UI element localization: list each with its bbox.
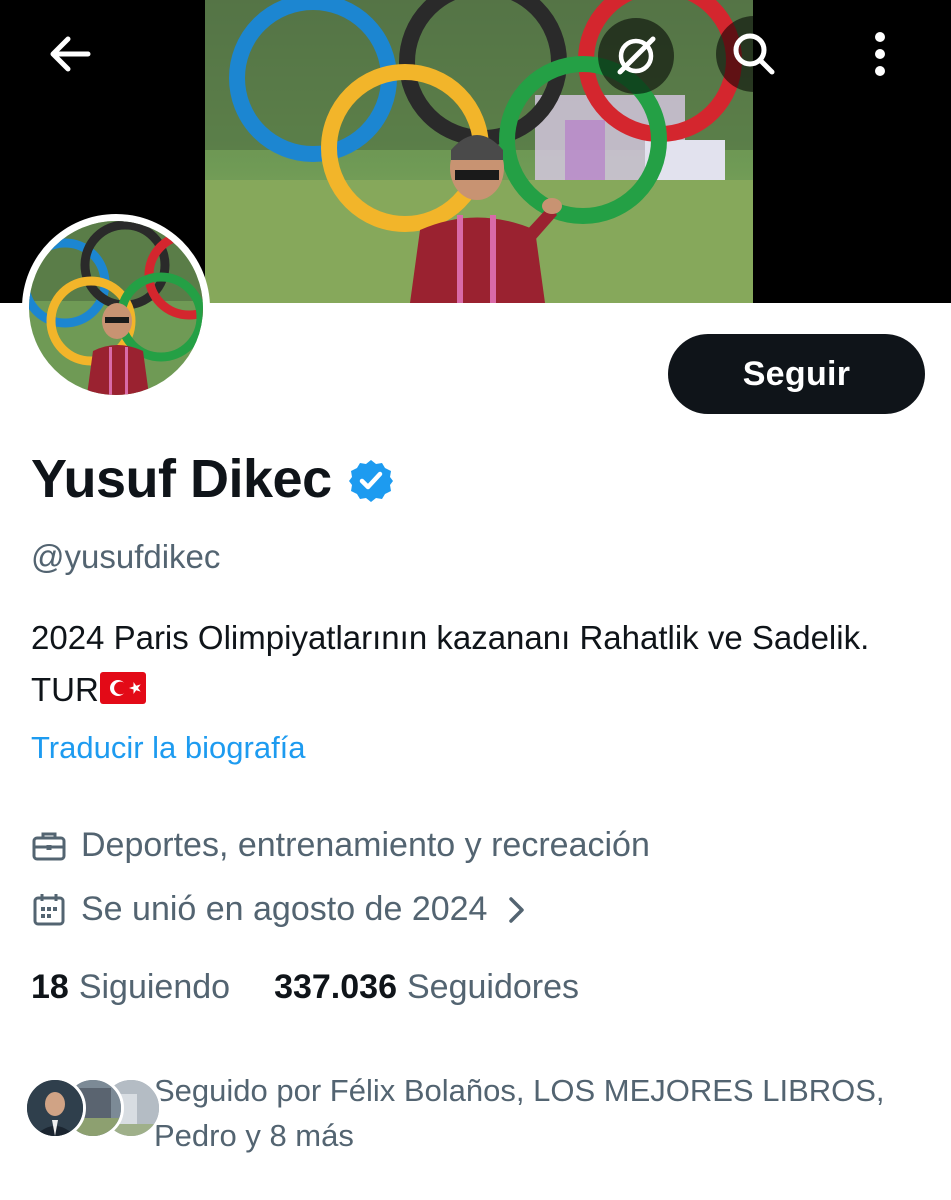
verified-badge-icon[interactable]	[348, 458, 394, 504]
bio-text: 2024 Paris Olimpiyatlarının kazananı Rah…	[31, 619, 870, 708]
more-options-button[interactable]	[842, 16, 918, 92]
bio: 2024 Paris Olimpiyatlarının kazananı Rah…	[31, 612, 911, 716]
category-text: Deportes, entrenamiento y recreación	[81, 826, 650, 864]
followers-stat[interactable]: 337.036 Seguidores	[274, 968, 579, 1007]
avatar-photo	[29, 221, 203, 395]
following-stat[interactable]: 18 Siguiendo	[31, 968, 230, 1007]
follow-button[interactable]: Seguir	[668, 334, 925, 414]
display-name: Yusuf Dikec	[31, 449, 332, 509]
back-button[interactable]	[32, 16, 108, 92]
search-button[interactable]	[716, 16, 792, 92]
calendar-icon	[31, 892, 67, 928]
translate-bio-link[interactable]: Traducir la biografía	[31, 730, 306, 766]
chevron-right-icon	[507, 895, 527, 925]
briefcase-icon	[31, 828, 67, 864]
followers-count: 337.036	[274, 968, 397, 1006]
grok-icon	[617, 36, 656, 75]
follow-stats: 18 Siguiendo 337.036 Seguidores	[31, 968, 579, 1007]
join-date-text: Se unió en agosto de 2024	[81, 890, 488, 928]
search-icon	[733, 33, 775, 75]
followed-by-avatars	[24, 1077, 162, 1139]
grok-button[interactable]	[598, 18, 674, 94]
arrow-left-icon	[50, 36, 91, 72]
flag-turkey-icon	[99, 672, 146, 704]
following-label: Siguiendo	[78, 968, 231, 1006]
more-vertical-icon	[875, 32, 885, 76]
follower-avatar	[24, 1077, 86, 1139]
followers-label: Seguidores	[406, 968, 579, 1006]
profile-page: Seguir Yusuf Dikec @yusufdikec 2024 Pari…	[0, 0, 951, 1200]
join-date[interactable]: Se unió en agosto de 2024	[31, 890, 527, 929]
followed-by-text: Seguido por Félix Bolaños, LOS MEJORES L…	[154, 1073, 885, 1153]
profile-category: Deportes, entrenamiento y recreación	[31, 826, 650, 865]
profile-avatar[interactable]	[22, 214, 210, 402]
following-count: 18	[31, 968, 69, 1006]
user-handle: @yusufdikec	[31, 538, 221, 575]
name-row: Yusuf Dikec	[31, 448, 394, 510]
